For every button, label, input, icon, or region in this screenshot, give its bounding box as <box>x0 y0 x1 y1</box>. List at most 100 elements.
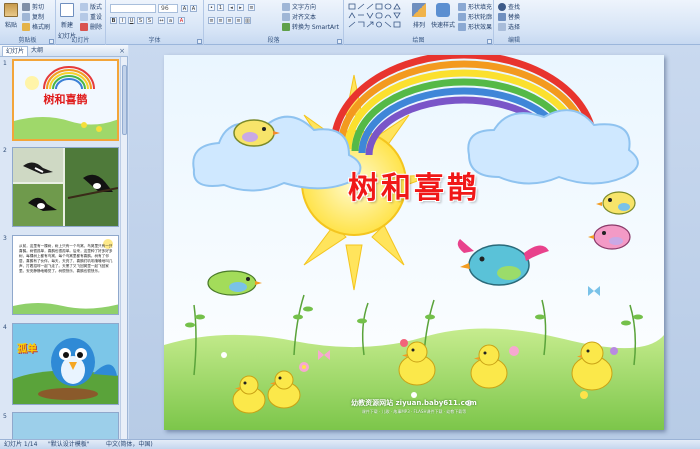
slide-number: 4 <box>3 324 7 331</box>
strikethrough-button[interactable]: S <box>137 17 144 24</box>
shapes-gallery[interactable] <box>348 3 402 31</box>
justify-button[interactable]: ≡ <box>235 17 242 24</box>
grow-font-button[interactable]: A <box>181 5 188 12</box>
language-indicator[interactable]: 中文(简体，中国) <box>106 440 153 449</box>
status-bar: 幻灯片 1/14 "默认设计模板" 中文(简体，中国) <box>0 439 700 449</box>
shrink-font-button[interactable]: A <box>190 5 197 12</box>
website-caption: 幼教资源网站 ziyuan.baby611.com <box>351 399 477 407</box>
arrange-button[interactable]: 排列 <box>410 3 428 29</box>
format-painter-button[interactable]: 格式刷 <box>22 22 50 31</box>
drawing-group-label: 绘图 <box>412 37 425 44</box>
clipboard-icon <box>4 3 18 17</box>
shape-effects-button[interactable]: 形状效果 <box>458 22 492 31</box>
binoculars-icon <box>498 2 506 11</box>
change-case-button[interactable]: a <box>167 17 174 24</box>
font-size-combo[interactable]: 96 <box>158 4 178 13</box>
italic-button[interactable]: I <box>119 17 126 24</box>
thumbnail-title: 孤单 <box>17 344 37 355</box>
find-button[interactable]: 查找 <box>498 2 520 11</box>
paste-button[interactable]: 粘贴 <box>2 3 20 29</box>
close-icon[interactable]: × <box>119 47 125 55</box>
layout-button[interactable]: 版式 <box>80 2 102 11</box>
font-color-button[interactable]: A <box>178 17 185 24</box>
copy-icon <box>22 12 30 21</box>
copy-button[interactable]: 复制 <box>22 12 44 21</box>
quick-styles-icon <box>436 3 450 17</box>
font-group: 96 A A B I U S S ↔ a A 字体 <box>106 0 204 45</box>
editing-group: 查找 替换 选择 编辑 <box>494 0 534 45</box>
line-spacing-button[interactable]: ≡ <box>248 4 255 11</box>
slides-pane: 幻灯片 大纲 × 1 树和喜鹊 2 3 从前，这里有一棵树，树上只有一个鸟窝，鸟… <box>0 45 128 439</box>
slide-thumbnail-2[interactable] <box>12 147 119 227</box>
drawing-dialog-launcher[interactable] <box>487 39 492 44</box>
align-text-icon <box>282 12 290 21</box>
scrollbar-thumb[interactable] <box>122 65 127 135</box>
columns-button[interactable]: ▥ <box>244 17 251 24</box>
reset-icon <box>80 12 88 21</box>
slide-counter: 幻灯片 1/14 <box>4 441 38 448</box>
smartart-button[interactable]: 转换为 SmartArt <box>282 22 339 31</box>
drawing-group: 排列 快速样式 形状填充 形状轮廓 形状效果 绘图 <box>344 0 494 45</box>
shadow-button[interactable]: S <box>146 17 153 24</box>
slide-thumbnail-3[interactable]: 从前，这里有一棵树，树上只有一个鸟窝，鸟窝里只有一只喜鹊。树很孤单，喜鹊也很孤单… <box>12 235 119 315</box>
slides-group: 新建 幻灯片 版式 重设 删除 幻灯片 <box>56 0 106 45</box>
clipboard-group-label: 剪贴板 <box>18 37 37 44</box>
increase-indent-button[interactable]: ▸ <box>237 4 244 11</box>
theme-name: "默认设计模板" <box>48 441 90 448</box>
pane-tabs: 幻灯片 大纲 × <box>0 45 128 57</box>
thumbnail-scrollbar[interactable] <box>120 57 127 439</box>
slide-thumbnail-list: 1 树和喜鹊 2 3 从前，这里有一棵树，树上只有一个鸟窝，鸟窝里只有一只喜鹊。… <box>0 57 121 439</box>
thumbnail-text: 从前，这里有一棵树，树上只有一个鸟窝，鸟窝里只有一只喜鹊。树很孤单，喜鹊也很孤单… <box>19 244 113 273</box>
align-left-button[interactable]: ≡ <box>208 17 215 24</box>
font-group-label: 字体 <box>148 37 161 44</box>
ribbon: 粘贴 剪切 复制 格式刷 剪贴板 新建 幻灯片 版式 重设 删除 幻灯片 96 … <box>0 0 700 45</box>
slide-number: 5 <box>3 413 7 420</box>
effects-icon <box>458 22 466 31</box>
align-right-button[interactable]: ≡ <box>226 17 233 24</box>
decrease-indent-button[interactable]: ◂ <box>228 4 235 11</box>
scissors-icon <box>22 2 30 11</box>
paragraph-dialog-launcher[interactable] <box>337 39 342 44</box>
tab-slides[interactable]: 幻灯片 <box>2 46 29 56</box>
brush-icon <box>22 22 30 31</box>
clipboard-dialog-launcher[interactable] <box>49 39 54 44</box>
powerpoint-window: 粘贴 剪切 复制 格式刷 剪贴板 新建 幻灯片 版式 重设 删除 幻灯片 96 … <box>0 0 700 449</box>
slide-canvas[interactable]: 树和喜鹊 幼教资源网站 ziyuan.baby611.com 课件下载 · 儿歌… <box>164 55 664 430</box>
quick-styles-button[interactable]: 快速样式 <box>430 3 456 29</box>
slide-editing-area: 树和喜鹊 幼教资源网站 ziyuan.baby611.com 课件下载 · 儿歌… <box>129 45 700 439</box>
delete-slide-button[interactable]: 删除 <box>80 22 102 31</box>
font-name-combo[interactable] <box>110 4 156 13</box>
font-dialog-launcher[interactable] <box>197 39 202 44</box>
delete-icon <box>80 22 88 31</box>
slide-thumbnail-4[interactable]: 孤单 <box>12 323 119 405</box>
align-center-button[interactable]: ≡ <box>217 17 224 24</box>
slide-number: 3 <box>3 235 7 242</box>
bold-button[interactable]: B <box>110 17 117 24</box>
thumbnail-title: 树和喜鹊 <box>43 93 88 106</box>
numbering-button[interactable]: 1 <box>217 4 224 11</box>
shape-fill-button[interactable]: 形状填充 <box>458 2 492 11</box>
cut-button[interactable]: 剪切 <box>22 2 44 11</box>
shape-outline-button[interactable]: 形状轮廓 <box>458 12 492 21</box>
align-text-button[interactable]: 对齐文本 <box>282 12 316 21</box>
layout-icon <box>80 2 88 11</box>
smartart-icon <box>282 22 290 31</box>
slide-number: 2 <box>3 147 7 154</box>
paint-bucket-icon <box>458 2 466 11</box>
underline-button[interactable]: U <box>128 17 135 24</box>
replace-icon <box>498 12 506 21</box>
slide-thumbnail-5[interactable] <box>12 412 119 439</box>
editing-group-label: 编辑 <box>507 37 520 44</box>
slide-thumbnail-1[interactable]: 树和喜鹊 <box>12 59 119 141</box>
slide-artwork <box>164 55 664 430</box>
text-direction-button[interactable]: 文字方向 <box>282 2 316 11</box>
tab-outline[interactable]: 大纲 <box>28 46 46 56</box>
text-direction-icon <box>282 2 290 11</box>
bullets-button[interactable]: • <box>208 4 215 11</box>
slide-title[interactable]: 树和喜鹊 <box>164 163 664 207</box>
select-button[interactable]: 选择 <box>498 22 520 31</box>
char-spacing-button[interactable]: ↔ <box>158 17 165 24</box>
new-slide-icon <box>60 3 74 17</box>
reset-button[interactable]: 重设 <box>80 12 102 21</box>
replace-button[interactable]: 替换 <box>498 12 520 21</box>
